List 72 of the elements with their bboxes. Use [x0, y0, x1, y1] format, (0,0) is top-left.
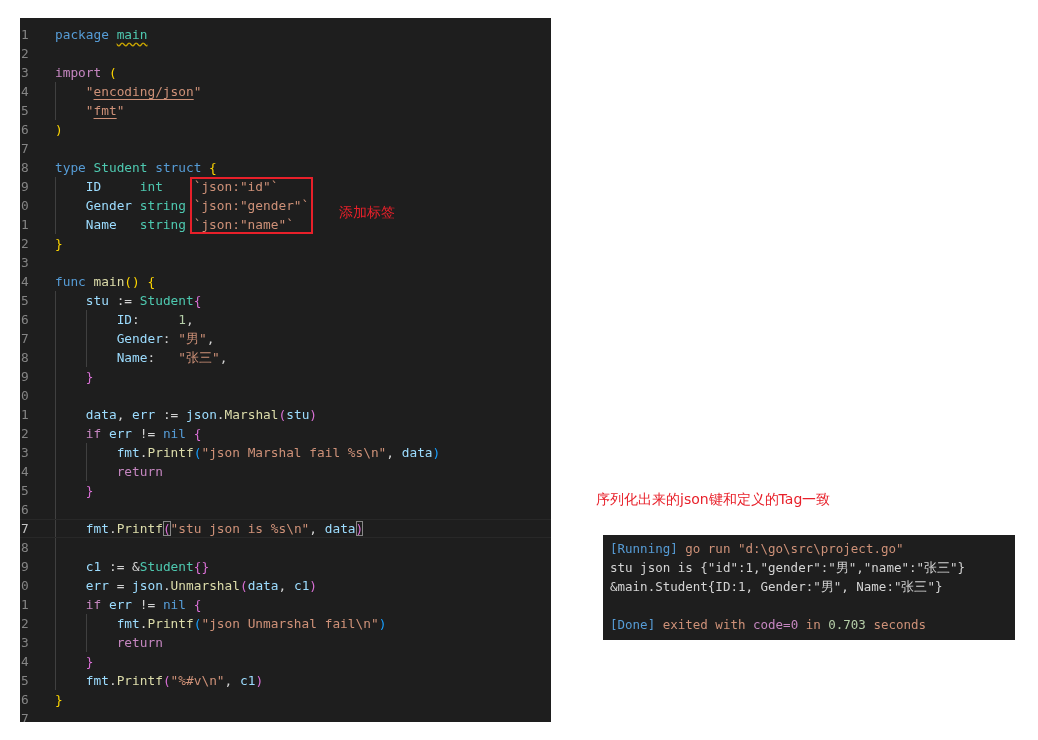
line-number: 0 [20, 197, 30, 215]
code-line: Gender string `json:"gender"` [85, 197, 310, 215]
code-line: } [85, 653, 94, 671]
terminal-line: [Running] go run "d:\go\src\project.go" [610, 540, 905, 558]
line-number: 5 [20, 482, 30, 500]
code-line: Gender: "男", [116, 330, 215, 348]
terminal-line: stu json is {"id":1,"gender":"男","name":"张三"} [610, 559, 967, 577]
line-number: 3 [20, 634, 30, 652]
line-number: 3 [20, 64, 30, 82]
line-number: 2 [20, 425, 30, 443]
code-line: Name: "张三", [116, 349, 228, 367]
line-number: 2 [20, 615, 30, 633]
line-number: 1 [20, 216, 30, 234]
line-number: 9 [20, 558, 30, 576]
caption-text: 序列化出来的json键和定义的Tag一致 [596, 491, 831, 509]
code-line: fmt.Printf("stu json is %s\n", data) [85, 520, 364, 537]
code-line: } [55, 691, 63, 709]
code-line: fmt.Printf("%#v\n", c1) [85, 672, 264, 690]
code-line: } [85, 482, 94, 500]
code-line: ID int `json:"id"` [85, 178, 279, 196]
line-number: 1 [20, 596, 30, 614]
code-line: if err != nil { [85, 425, 202, 443]
line-number: 4 [20, 463, 30, 481]
code-line: err = json.Unmarshal(data, c1) [85, 577, 318, 595]
line-number: 5 [20, 672, 30, 690]
code-line: "encoding/json" [85, 83, 202, 101]
code-line: if err != nil { [85, 596, 202, 614]
line-number: 8 [20, 159, 30, 177]
line-number: 9 [20, 368, 30, 386]
code-line: "fmt" [85, 102, 125, 120]
code-line: ) [55, 121, 63, 139]
line-number: 7 [20, 520, 30, 537]
code-line: type Student struct { [55, 159, 217, 177]
line-number: 1 [20, 26, 30, 44]
code-line: ID: 1, [116, 311, 194, 329]
line-number: 6 [20, 121, 30, 139]
line-number: 4 [20, 653, 30, 671]
code-line: fmt.Printf("json Marshal fail %s\n", data) [116, 444, 441, 462]
code-line: Name string `json:"name"` [85, 216, 294, 234]
code-line: data, err := json.Marshal(stu) [85, 406, 318, 424]
code-line: } [55, 235, 63, 253]
line-number: 5 [20, 102, 30, 120]
line-number: 6 [20, 501, 30, 519]
line-number: 7 [20, 140, 30, 158]
line-number: 0 [20, 387, 30, 405]
code-line: import ( [55, 64, 117, 82]
terminal-line: &main.Student{ID:1, Gender:"男", Name:"张三"} [610, 578, 944, 596]
code-line: stu := Student{ [85, 292, 202, 310]
code-line: func main() { [55, 273, 156, 291]
line-number: 7 [20, 330, 30, 348]
code-line: return [116, 463, 163, 481]
line-number: 6 [20, 691, 30, 709]
line-number: 0 [20, 577, 30, 595]
line-number: 2 [20, 235, 30, 253]
terminal-line: [Done] exited with code=0 in 0.703 seconds [610, 616, 928, 634]
line-number: 6 [20, 311, 30, 329]
line-number: 9 [20, 178, 30, 196]
code-line: } [85, 368, 94, 386]
line-number: 2 [20, 45, 30, 63]
line-number: 4 [20, 273, 30, 291]
line-number: 1 [20, 406, 30, 424]
annotation-label: 添加标签 [339, 204, 396, 222]
code-line: package main [55, 26, 148, 44]
code-line: return [116, 634, 163, 652]
line-number: 3 [20, 444, 30, 462]
line-number: 4 [20, 83, 30, 101]
line-number: 8 [20, 349, 30, 367]
line-number: 8 [20, 539, 30, 557]
code-line: c1 := &Student{} [85, 558, 210, 576]
code-line: fmt.Printf("json Unmarshal fail\n") [116, 615, 387, 633]
line-number: 5 [20, 292, 30, 310]
line-number: 3 [20, 254, 30, 272]
